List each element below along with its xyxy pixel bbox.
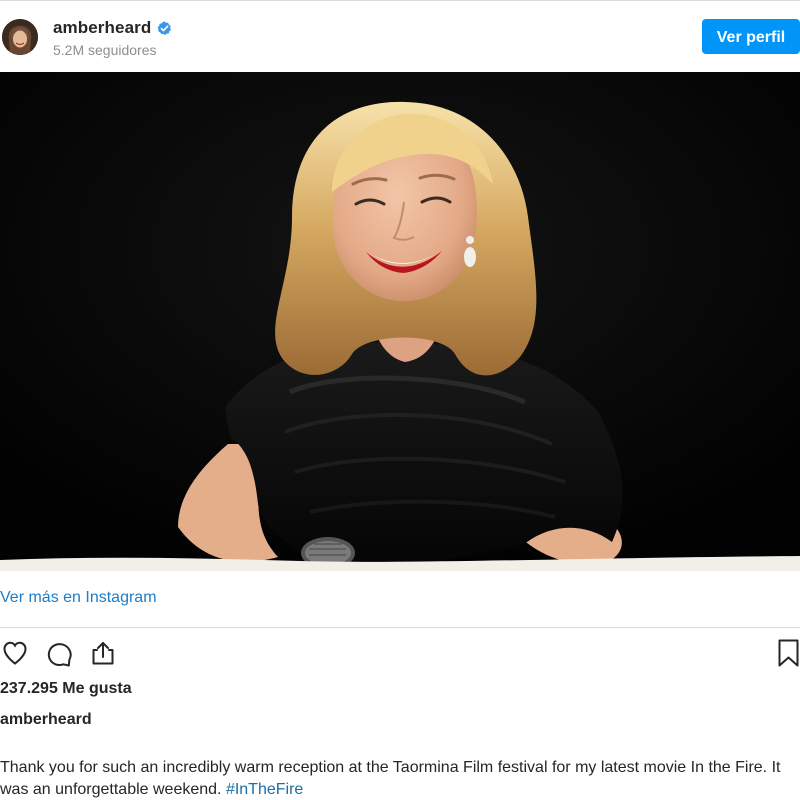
- save-button[interactable]: [776, 638, 800, 668]
- username-container: amberheard: [53, 18, 172, 38]
- view-profile-button[interactable]: Ver perfil: [702, 19, 800, 54]
- section-divider: [0, 627, 800, 628]
- post-header: amberheard 5.2M seguidores Ver perfil: [0, 0, 800, 72]
- heart-icon: [3, 641, 27, 665]
- comment-button[interactable]: [44, 638, 74, 668]
- hashtag-link[interactable]: #InTheFire: [226, 781, 303, 798]
- caption-username[interactable]: amberheard: [0, 711, 92, 729]
- post-photo[interactable]: [0, 72, 800, 571]
- profile-avatar[interactable]: [2, 19, 38, 55]
- profile-username[interactable]: amberheard: [53, 18, 151, 38]
- view-more-instagram-link[interactable]: Ver más en Instagram: [0, 589, 157, 607]
- like-count[interactable]: 237.295 Me gusta: [0, 680, 132, 698]
- verified-badge-icon: [157, 21, 172, 36]
- comment-icon: [47, 643, 72, 667]
- bookmark-icon: [778, 639, 799, 667]
- follower-count: 5.2M seguidores: [53, 42, 157, 58]
- share-button[interactable]: [88, 638, 118, 668]
- post-caption: Thank you for such an incredibly warm re…: [0, 757, 795, 800]
- instagram-embed: amberheard 5.2M seguidores Ver perfil Ve…: [0, 0, 800, 800]
- caption-text: Thank you for such an incredibly warm re…: [0, 759, 781, 798]
- like-button[interactable]: [0, 638, 30, 668]
- share-icon: [92, 642, 114, 665]
